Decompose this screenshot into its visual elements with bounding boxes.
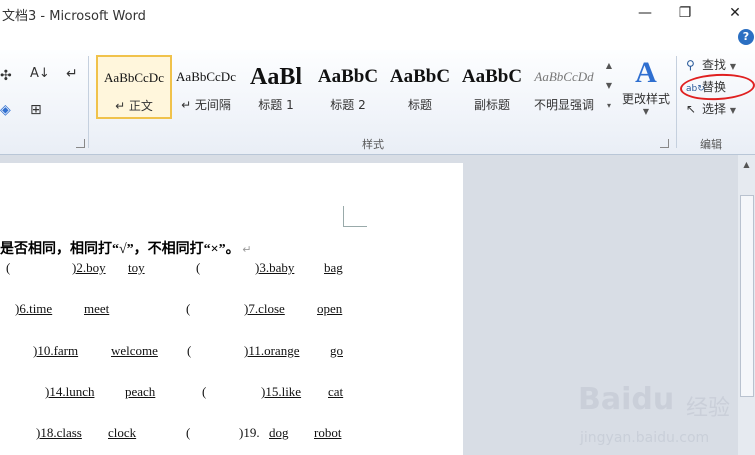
row-cell: welcome xyxy=(111,343,158,358)
style-preview: AaBbC xyxy=(461,66,523,87)
styles-group-label: 样式 xyxy=(362,138,384,151)
row-cell: open xyxy=(317,301,343,316)
gallery-scrollbar[interactable]: ▲ ▼ ▾ xyxy=(603,56,615,116)
select-button[interactable]: ↖ 选择 ▼ xyxy=(686,100,736,120)
margin-corner-mark xyxy=(343,206,367,227)
group-separator xyxy=(676,56,677,148)
style-subtle-emphasis[interactable]: AaBbCcDd 不明显强调 xyxy=(528,56,600,118)
style-preview: AaBl xyxy=(249,64,302,90)
row-cell: go xyxy=(330,343,343,358)
binoculars-icon: ⚲ xyxy=(686,58,695,72)
row-cell: )15.like xyxy=(261,384,302,399)
row-cell: )18.class xyxy=(36,425,82,440)
row-cell: )7.close xyxy=(244,301,285,316)
row-cell: meet xyxy=(84,301,110,316)
indent-icon[interactable]: ✣ xyxy=(0,68,12,84)
row-cell: bag xyxy=(324,260,343,275)
styles-launcher-icon[interactable] xyxy=(660,139,669,148)
row-cell: toy xyxy=(128,260,145,275)
sort-icon[interactable]: A↓ xyxy=(30,66,50,81)
scroll-up-icon[interactable]: ▲ xyxy=(738,157,755,173)
document-page[interactable]: 是否相同，相同打“√”，不相同打“×”。 ↵ ( )2.boy toy ( )3… xyxy=(0,163,463,455)
scroll-down-icon[interactable]: ▼ xyxy=(603,76,615,96)
baidu-watermark: Baidu 经验 jingyan.baidu.com xyxy=(578,378,753,453)
style-name: 副标题 xyxy=(473,98,510,112)
restore-button[interactable]: ❐ xyxy=(672,2,698,24)
row-cell: )10.farm xyxy=(33,343,79,358)
select-label: 选择 xyxy=(702,102,727,116)
row-cell: ( xyxy=(196,260,201,275)
close-button[interactable]: ✕ xyxy=(722,2,748,24)
more-icon[interactable]: ▾ xyxy=(603,96,615,116)
style-name: 标题 xyxy=(407,98,432,112)
editing-group-label: 编辑 xyxy=(700,138,722,151)
row-cell: peach xyxy=(125,384,156,399)
style-no-spacing[interactable]: AaBbCcDc ↵ 无间隔 xyxy=(170,56,242,118)
row-cell: ( xyxy=(187,343,192,358)
watermark-url: jingyan.baidu.com xyxy=(580,430,710,446)
row-cell: )19. xyxy=(239,425,260,440)
style-preview: AaBbCcDc xyxy=(104,70,164,85)
style-preview: AaBbCcDc xyxy=(176,69,236,84)
change-styles-icon: A xyxy=(635,56,657,89)
group-separator xyxy=(88,56,89,148)
scrollbar-thumb[interactable] xyxy=(740,195,754,397)
style-name: 标题 2 xyxy=(330,98,366,112)
border-icon[interactable]: ⊞ xyxy=(30,102,42,118)
cursor-icon: ↖ xyxy=(686,102,697,116)
row-cell: )2.boy xyxy=(72,260,106,275)
style-title[interactable]: AaBbC 标题 xyxy=(384,56,456,118)
minimize-button[interactable]: — xyxy=(632,2,658,24)
row-cell: ( xyxy=(186,301,191,316)
watermark-cn: 经验 xyxy=(686,396,731,421)
row-cell: clock xyxy=(108,425,137,440)
style-preview: AaBbCcDd xyxy=(534,69,594,84)
help-icon[interactable]: ? xyxy=(738,29,754,45)
row-cell: )11.orange xyxy=(244,343,300,358)
paragraph-launcher-icon[interactable] xyxy=(76,139,85,148)
style-name: 不明显强调 xyxy=(533,98,594,112)
row-cell: )3.baby xyxy=(255,260,295,275)
row-cell: )6.time xyxy=(15,301,53,316)
ribbon: ✣ A↓ ↵ ◈ ⊞ AaBbCcDc ↵ 正文 AaBbCcDc ↵ 无间隔 … xyxy=(0,50,755,155)
title-bar: 文档3 - Microsoft Word — ❐ ✕ xyxy=(0,0,755,28)
find-label: 查找 xyxy=(702,58,727,72)
row-cell: ( xyxy=(202,384,207,399)
style-preview: AaBbC xyxy=(389,66,451,87)
chevron-down-icon: ▼ xyxy=(642,107,650,116)
watermark-brand: Baidu xyxy=(578,382,675,417)
show-marks-icon[interactable]: ↵ xyxy=(66,66,78,82)
style-name: ↵ 正文 xyxy=(115,99,153,113)
row-cell: robot xyxy=(314,425,342,440)
styles-gallery: AaBbCcDc ↵ 正文 AaBbCcDc ↵ 无间隔 AaBl 标题 1 A… xyxy=(92,54,602,120)
style-subtitle[interactable]: AaBbC 副标题 xyxy=(456,56,528,118)
row-cell: cat xyxy=(328,384,344,399)
row-cell: ( xyxy=(186,425,191,440)
style-name: ↵ 无间隔 xyxy=(181,98,231,112)
chevron-down-icon: ▼ xyxy=(729,106,736,115)
change-styles-label: 更改样式 xyxy=(621,92,670,106)
row-cell: ( xyxy=(6,260,11,275)
scroll-up-icon[interactable]: ▲ xyxy=(603,56,615,76)
shading-icon[interactable]: ◈ xyxy=(0,102,11,118)
style-heading-2[interactable]: AaBbC 标题 2 xyxy=(312,56,384,118)
window-title: 文档3 - Microsoft Word xyxy=(2,9,146,24)
chevron-down-icon: ▼ xyxy=(729,62,736,71)
style-preview: AaBbC xyxy=(317,66,379,87)
style-normal[interactable]: AaBbCcDc ↵ 正文 xyxy=(96,55,172,119)
instruction-text: 是否相同，相同打“√”，不相同打“×”。 ↵ xyxy=(0,242,252,257)
row-cell: )14.lunch xyxy=(45,384,95,399)
style-heading-1[interactable]: AaBl 标题 1 xyxy=(240,56,312,118)
style-name: 标题 1 xyxy=(258,98,294,112)
change-styles-button[interactable]: A 更改样式 ▼ xyxy=(618,56,674,132)
row-cell: dog xyxy=(269,425,289,440)
